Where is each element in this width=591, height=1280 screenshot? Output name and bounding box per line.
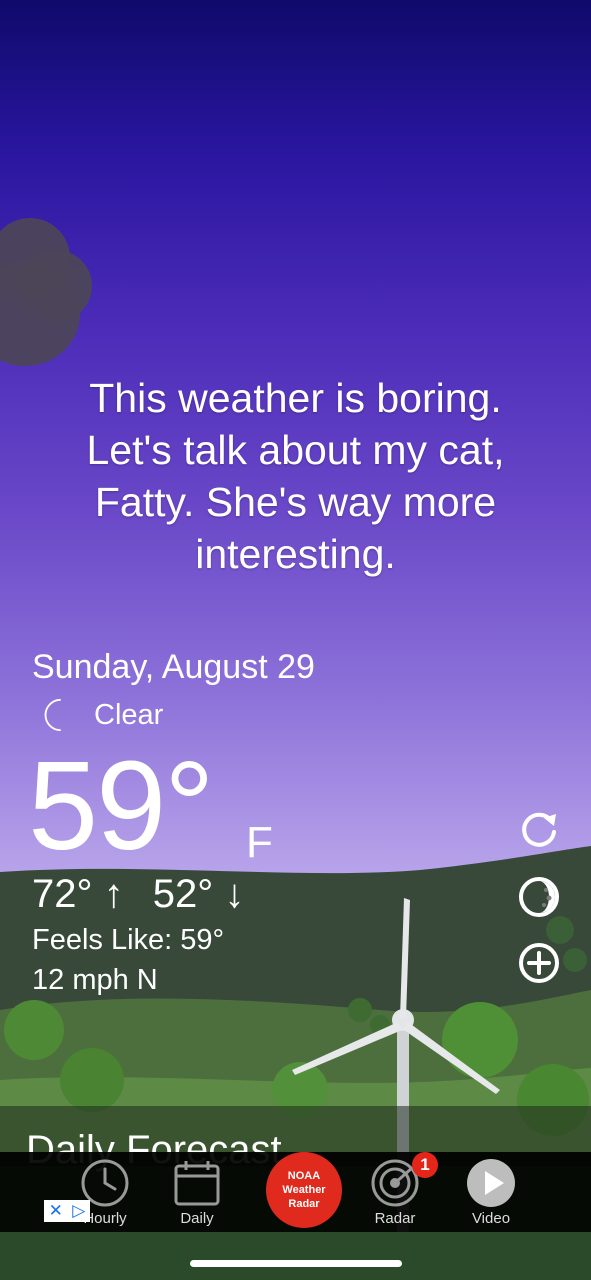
current-date: Sunday, August 29 [32,648,315,686]
theme-icon[interactable] [516,874,562,920]
ground-strip [0,1232,591,1280]
calendar-icon [174,1161,220,1206]
ad-close-icon[interactable]: ✕ [49,1201,63,1221]
quote-line: Let's talk about my cat, [86,427,505,473]
condition-label: Clear [94,698,164,731]
up-arrow-icon: ↑ [103,872,124,916]
tab-label: Video [471,1210,511,1227]
add-location-icon[interactable] [516,940,562,986]
radar-badge: 1 [412,1152,438,1178]
wind-info: 12 mph N [32,964,158,996]
play-icon [467,1159,515,1207]
current-temperature[interactable]: 59° [28,736,215,876]
moon-icon [44,698,61,732]
noaa-radar-button[interactable]: NOAA Weather Radar [266,1152,342,1228]
tab-video[interactable]: Video [446,1152,536,1232]
noaa-label: NOAA Weather Radar [282,1170,326,1210]
high-low: 72° ↑ 52° ↓ [32,872,244,917]
down-arrow-icon: ↓ [224,872,245,916]
quote-line: Fatty. She's way more [94,479,497,525]
tab-daily[interactable]: Daily [152,1152,242,1232]
ad-play-icon[interactable]: ▷ [72,1201,85,1221]
quote-line: This weather is boring. [89,375,502,421]
low-temp: 52° [152,872,214,916]
feels-like: Feels Like: 59° [32,924,225,956]
tab-label: Daily [180,1210,214,1227]
condition-row: Clear [36,696,163,734]
quote-line: interesting. [195,531,396,577]
high-temp: 72° [32,872,93,916]
refresh-icon[interactable] [516,806,562,852]
weather-quote: This weather is boring. Let's talk about… [20,372,571,580]
tab-label: Radar [374,1210,416,1227]
landscape-graphic [0,846,591,1280]
ad-choices-badge[interactable]: ✕ ▷ [44,1200,90,1222]
home-indicator[interactable] [190,1260,402,1267]
temperature-unit[interactable]: F [246,818,273,868]
